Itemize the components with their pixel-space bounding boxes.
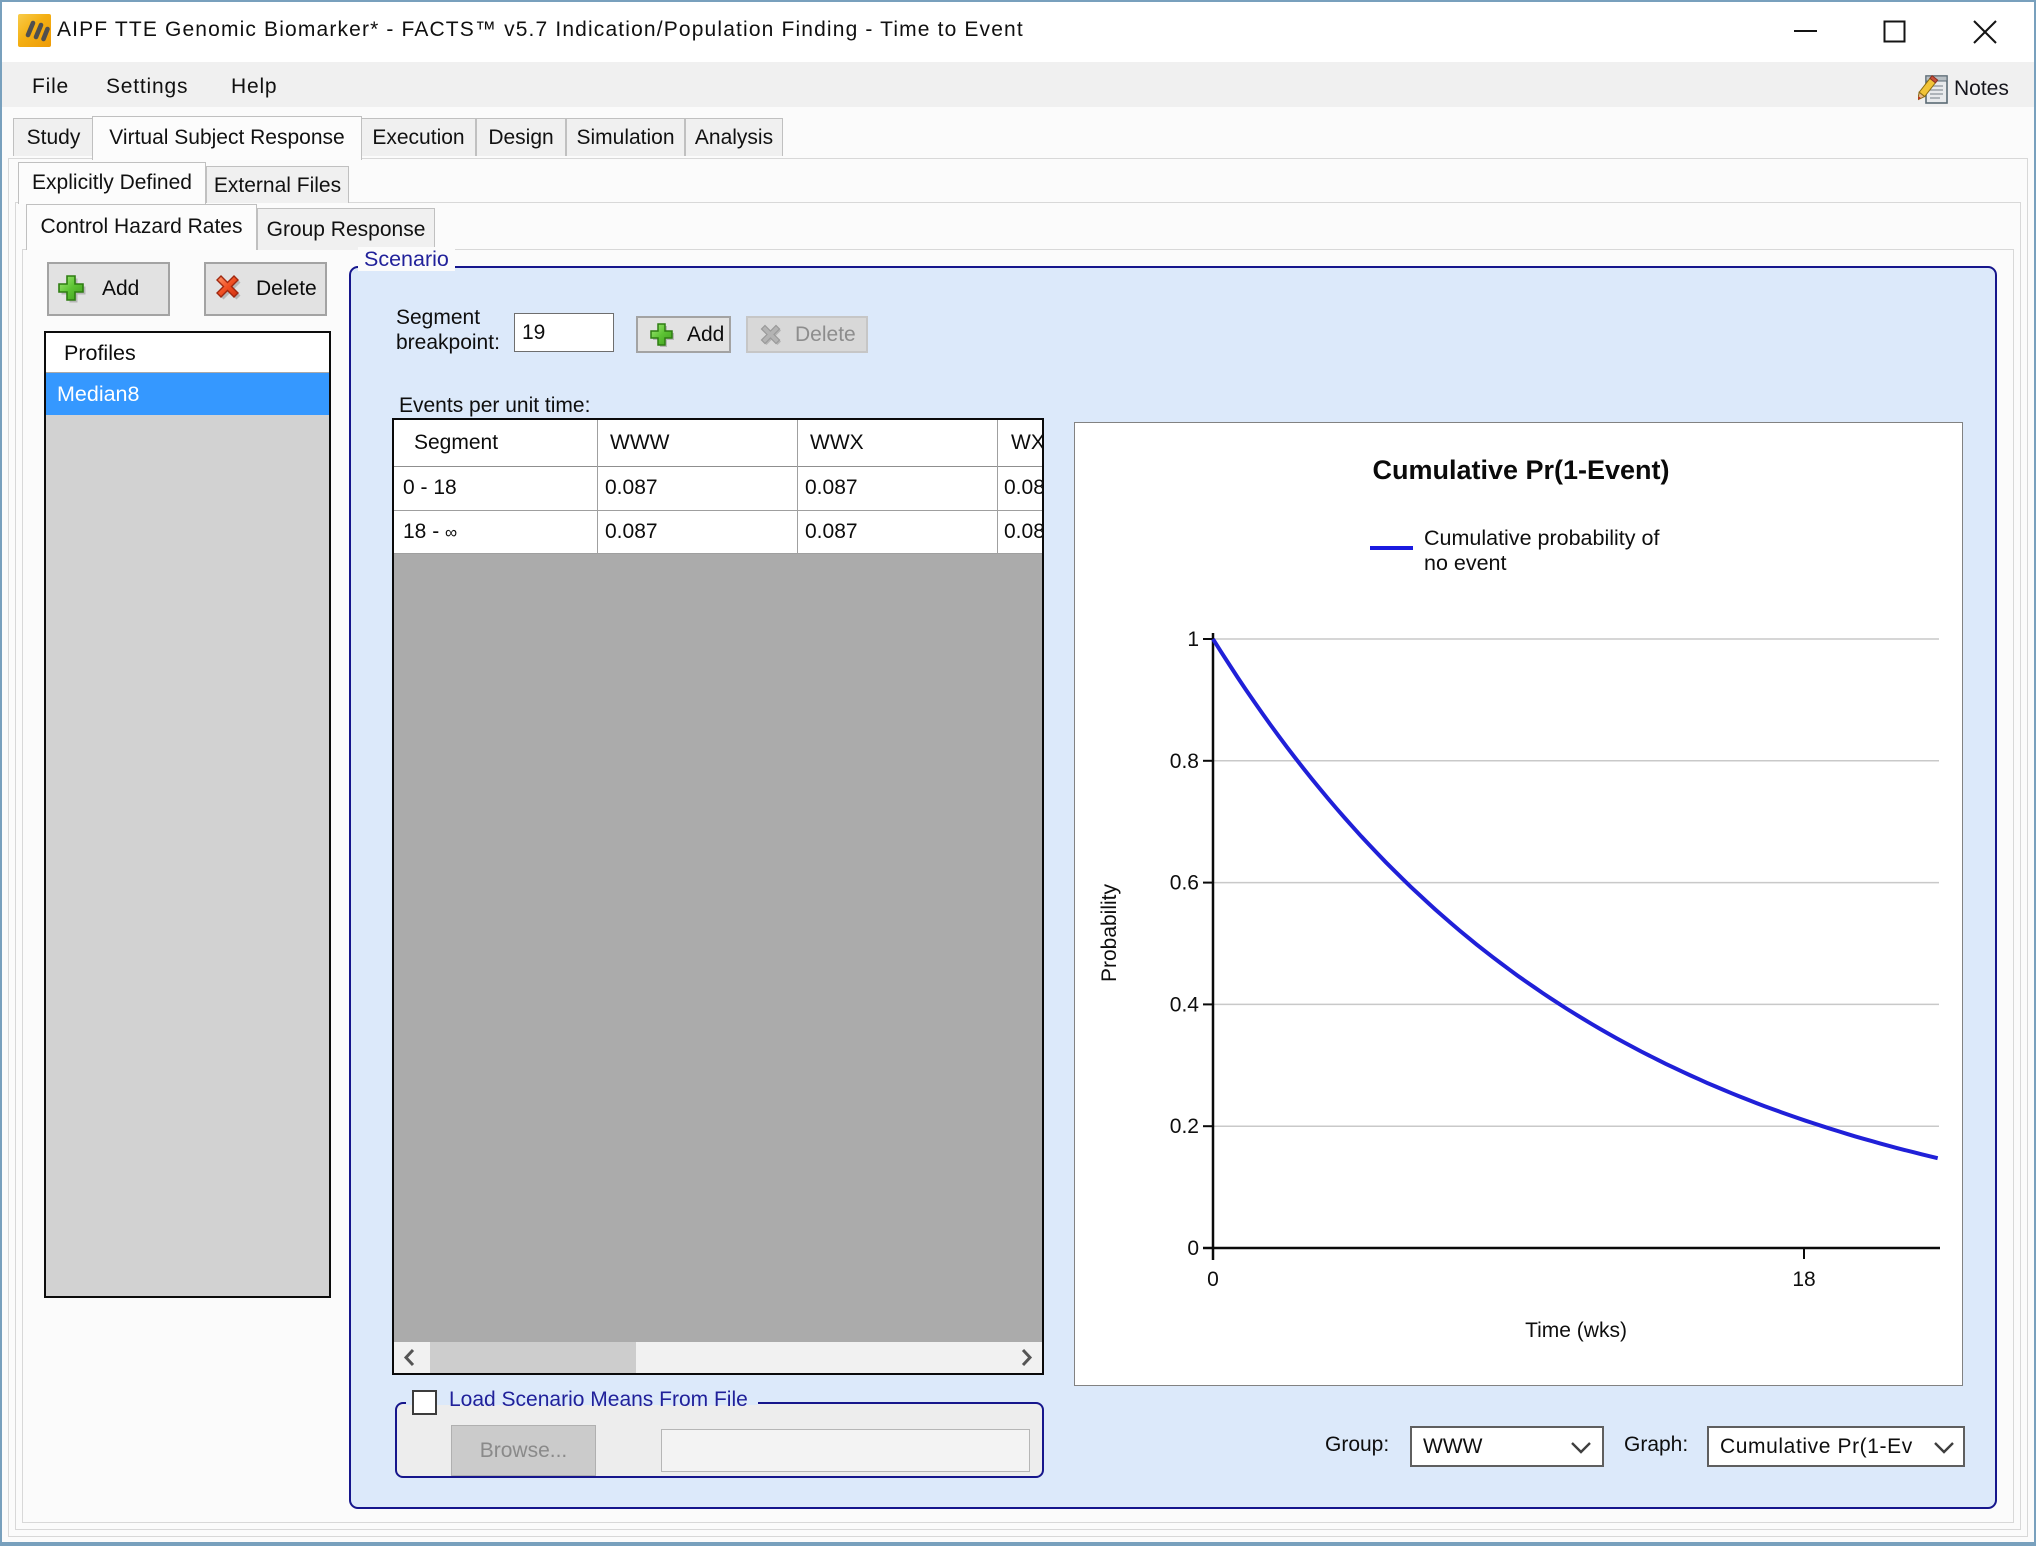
svg-text:0.8: 0.8 (1170, 750, 1199, 773)
svg-text:18: 18 (1792, 1268, 1815, 1291)
svg-text:no event: no event (1424, 551, 1507, 575)
svg-text:0.6: 0.6 (1170, 872, 1199, 895)
svg-text:1: 1 (1187, 628, 1199, 651)
svg-text:Time (wks): Time (wks) (1525, 1319, 1627, 1342)
svg-text:0: 0 (1207, 1268, 1219, 1291)
svg-text:Probability: Probability (1098, 883, 1121, 982)
svg-text:0: 0 (1187, 1237, 1199, 1260)
svg-text:Cumulative probability of: Cumulative probability of (1424, 526, 1659, 550)
svg-text:0.2: 0.2 (1170, 1115, 1199, 1138)
svg-text:Cumulative Pr(1-Event): Cumulative Pr(1-Event) (1372, 455, 1669, 485)
svg-text:0.4: 0.4 (1170, 993, 1200, 1016)
